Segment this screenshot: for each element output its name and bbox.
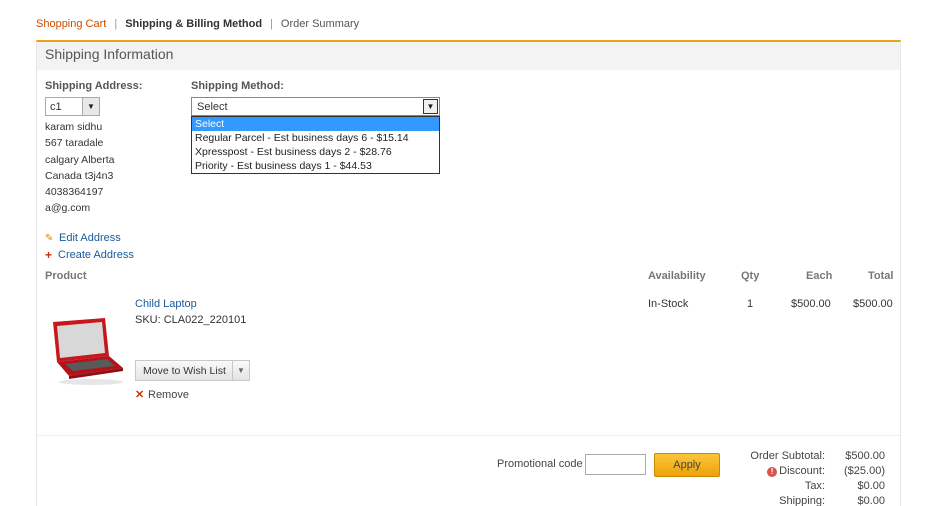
address-line: calgary Alberta [45, 153, 115, 166]
breadcrumb-shipping-billing: Shipping & Billing Method [125, 18, 263, 30]
remove-link[interactable]: ✕ Remove [135, 388, 189, 402]
dropdown-option-select[interactable]: Select [192, 117, 439, 131]
edit-address-label: Edit Address [59, 232, 121, 244]
breadcrumb-shopping-cart[interactable]: Shopping Cart [36, 18, 106, 30]
tax-label: Tax: [804, 480, 825, 492]
laptop-product-image [53, 318, 123, 385]
wish-list-label: Move to Wish List [143, 364, 226, 377]
column-header-total: Total [868, 270, 894, 282]
address-line: karam sidhu [45, 121, 103, 133]
qty-value: 1 [747, 298, 754, 310]
column-header-product: Product [45, 270, 87, 282]
availability-value: In-Stock [648, 298, 689, 310]
dropdown-option-regular-parcel[interactable]: Regular Parcel - Est business days 6 - $… [192, 131, 439, 145]
product-name-link[interactable]: Child Laptop [135, 298, 197, 310]
discount-row: ! Discount: [715, 465, 825, 477]
breadcrumb-separator: | [270, 18, 273, 30]
each-price: $500.00 [791, 298, 831, 310]
product-sku: SKU: CLA022_220101 [135, 314, 247, 326]
shipping-label: Shipping: [779, 495, 825, 506]
discount-label: Discount: [779, 465, 825, 477]
column-header-each: Each [806, 270, 833, 282]
move-to-wish-list-button[interactable]: Move to Wish List ▼ [135, 360, 250, 381]
shipping-method-select[interactable]: Select ▼ [191, 97, 440, 116]
promo-code-label: Promotional code [497, 458, 583, 470]
subtotal-value: $500.00 [845, 450, 885, 462]
shipping-address-label: Shipping Address: [45, 80, 143, 92]
shipping-value: $0.00 [857, 495, 885, 506]
total-price: $500.00 [853, 298, 893, 310]
discount-value: ($25.00) [844, 465, 885, 477]
address-details: karam sidhu 567 taradale calgary Alberta… [45, 119, 114, 217]
address-line: a@g.com [45, 202, 91, 215]
create-address-link[interactable]: + Create Address [45, 248, 134, 262]
dropdown-option-xpresspost[interactable]: Xpresspost - Est business days 2 - $28.7… [192, 145, 439, 159]
edit-address-link[interactable]: ✎ Edit Address [45, 232, 121, 244]
shipping-method-selected-value: Select [197, 100, 228, 113]
pencil-icon: ✎ [45, 232, 54, 244]
chevron-down-icon[interactable]: ▼ [82, 98, 99, 115]
chevron-down-icon[interactable]: ▼ [232, 361, 249, 380]
breadcrumb-separator: | [114, 18, 118, 30]
remove-label: Remove [148, 388, 189, 401]
chevron-down-icon[interactable]: ▼ [423, 99, 438, 114]
column-header-availability: Availability [648, 270, 706, 282]
shipping-method-dropdown: Select Regular Parcel - Est business day… [191, 116, 440, 174]
breadcrumb-order-summary: Order Summary [280, 18, 360, 30]
address-line: 567 taradale [45, 137, 104, 150]
create-address-label: Create Address [58, 249, 134, 261]
divider [37, 435, 900, 436]
plus-icon: + [45, 248, 53, 262]
tax-value: $0.00 [857, 480, 885, 492]
shipping-method-label: Shipping Method: [191, 80, 284, 92]
info-icon[interactable]: ! [767, 467, 778, 477]
address-line: 4038364197 [45, 186, 104, 199]
dropdown-option-priority[interactable]: Priority - Est business days 1 - $44.53 [192, 159, 439, 173]
column-header-qty: Qty [741, 270, 760, 282]
panel-title: Shipping Information [37, 42, 900, 70]
close-icon: ✕ [135, 389, 145, 401]
shipping-address-selected-value: c1 [50, 100, 62, 113]
shipping-information-panel: Shipping Information Shipping Address: c… [36, 40, 901, 506]
address-line: Canada t3j4n3 [45, 169, 114, 182]
breadcrumb: Shopping Cart | Shipping & Billing Metho… [36, 18, 359, 30]
subtotal-label: Order Subtotal: [750, 450, 825, 462]
promo-code-input[interactable] [585, 454, 646, 475]
apply-button[interactable]: Apply [654, 453, 720, 477]
shipping-address-select[interactable]: c1 ▼ [45, 97, 100, 116]
